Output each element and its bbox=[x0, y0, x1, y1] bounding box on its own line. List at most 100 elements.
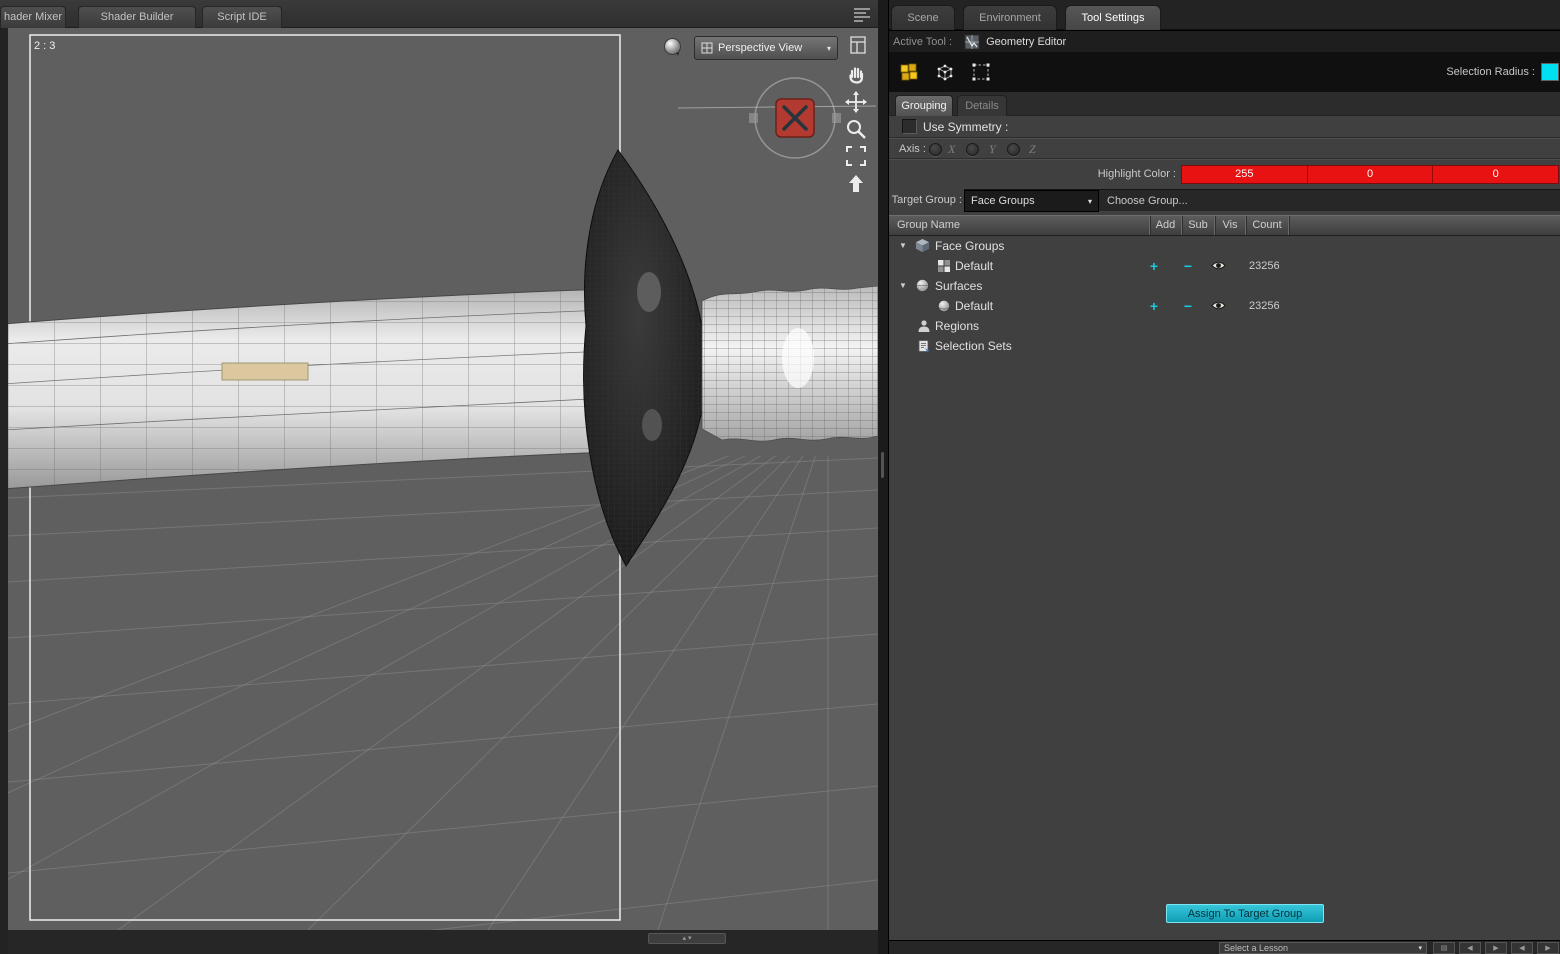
right-pane-tabbar: Scene Environment Tool Settings bbox=[889, 0, 1560, 30]
tree-row-selection-sets[interactable]: Selection Sets bbox=[889, 336, 1560, 356]
target-group-value: Face Groups bbox=[971, 195, 1035, 207]
tab-scene[interactable]: Scene bbox=[891, 5, 955, 30]
pane-splitter[interactable] bbox=[878, 0, 888, 954]
view-selector-dropdown[interactable]: Perspective View ▾ bbox=[694, 36, 838, 60]
tab-environment[interactable]: Environment bbox=[963, 5, 1057, 30]
scroll-up-icon[interactable]: ▴ bbox=[683, 935, 687, 942]
selection-radius-swatch[interactable] bbox=[1541, 63, 1559, 81]
viewport-3d[interactable]: 2 : 3 ▾ Perspective View ▾ bbox=[8, 28, 878, 930]
select-faces-icon[interactable] bbox=[895, 58, 923, 86]
highlight-red-value: 255 bbox=[1235, 168, 1254, 180]
aspect-ratio-label: 2 : 3 bbox=[34, 40, 56, 52]
visibility-eye-icon[interactable] bbox=[1211, 260, 1226, 274]
axis-row: Axis : X Y Z bbox=[889, 139, 1560, 159]
tree-item-label[interactable]: Selection Sets bbox=[935, 336, 1012, 356]
move-tool-icon[interactable] bbox=[844, 90, 870, 116]
face-group-icon bbox=[937, 259, 951, 276]
scroll-down-icon[interactable]: ▾ bbox=[688, 935, 692, 942]
select-vertices-icon[interactable] bbox=[931, 58, 959, 86]
tree-item-label[interactable]: Default bbox=[955, 296, 993, 316]
lesson-bottom-bar: Select a Lesson ▾ ▤ ◀ ▶ ◀ ▶ bbox=[889, 940, 1560, 954]
pane-menu-icon[interactable] bbox=[852, 7, 872, 22]
grouping-panel: Use Symmetry : Axis : X Y Z Highlight Co… bbox=[889, 116, 1560, 940]
highlight-blue-slider[interactable]: 0 bbox=[1433, 166, 1558, 183]
header-group-name: Group Name bbox=[897, 219, 960, 231]
tree-row-surfaces[interactable]: ▼ Surfaces bbox=[889, 276, 1560, 296]
lesson-forward-button[interactable]: ▶ bbox=[1537, 942, 1559, 954]
expander-icon[interactable]: ▼ bbox=[899, 276, 911, 296]
tree-item-label[interactable]: Default bbox=[955, 256, 993, 276]
assign-to-target-group-button[interactable]: Assign To Target Group bbox=[1166, 904, 1324, 923]
frame-tool-icon[interactable] bbox=[844, 144, 870, 170]
axis-x-label: X bbox=[948, 142, 956, 156]
active-tool-row: Active Tool : Geometry Editor bbox=[889, 30, 1560, 52]
highlight-green-slider[interactable]: 0 bbox=[1308, 166, 1434, 183]
selection-radius-label: Selection Radius : bbox=[1446, 66, 1535, 78]
tab-details[interactable]: Details bbox=[957, 95, 1007, 116]
selected-face-highlight[interactable] bbox=[221, 362, 309, 381]
viewport-layout-icon[interactable] bbox=[848, 34, 870, 58]
active-tool-label: Active Tool : bbox=[893, 35, 953, 48]
highlight-color-sliders[interactable]: 255 0 0 bbox=[1181, 165, 1559, 184]
selection-sets-icon bbox=[917, 339, 931, 356]
active-tool-value: Geometry Editor bbox=[986, 35, 1067, 48]
tree-item-label[interactable]: Regions bbox=[935, 316, 979, 336]
tool-subtabs: Grouping Details bbox=[889, 92, 1560, 116]
surface-icon bbox=[937, 299, 951, 316]
lesson-prev-button[interactable]: ◀ bbox=[1459, 942, 1481, 954]
expander-icon[interactable]: ▼ bbox=[899, 236, 911, 256]
use-symmetry-label: Use Symmetry : bbox=[923, 120, 1009, 134]
chevron-down-icon: ▾ bbox=[826, 43, 831, 53]
highlight-blue-value: 0 bbox=[1492, 168, 1499, 180]
lesson-next-button[interactable]: ▶ bbox=[1485, 942, 1507, 954]
add-to-group-button[interactable]: + bbox=[1139, 256, 1169, 276]
tab-script-ide[interactable]: Script IDE bbox=[202, 6, 282, 28]
cube-icon bbox=[915, 238, 930, 256]
tree-item-label[interactable]: Face Groups bbox=[935, 236, 1004, 256]
axis-y-radio[interactable] bbox=[966, 143, 979, 156]
tree-row-face-groups[interactable]: ▼ Face Groups bbox=[889, 236, 1560, 256]
lesson-dropdown[interactable]: Select a Lesson ▾ bbox=[1219, 942, 1427, 954]
visibility-eye-icon[interactable] bbox=[1211, 300, 1226, 314]
tree-row-default-surface[interactable]: Default + − 23256 bbox=[889, 296, 1560, 316]
camera-up-icon[interactable] bbox=[844, 172, 870, 198]
highlight-color-row: Highlight Color : 255 0 0 bbox=[889, 161, 1560, 188]
lesson-list-button[interactable]: ▤ bbox=[1433, 942, 1455, 954]
viewport-grid-icon bbox=[701, 42, 713, 54]
chevron-down-icon: ▾ bbox=[1418, 945, 1422, 952]
timeline-scrollbar[interactable]: ▴ ▾ bbox=[648, 933, 726, 944]
subtract-from-group-button[interactable]: − bbox=[1173, 256, 1203, 276]
orbit-cube-control[interactable] bbox=[745, 68, 845, 168]
face-count: 23256 bbox=[1249, 300, 1280, 312]
axis-z-radio[interactable] bbox=[1007, 143, 1020, 156]
highlight-red-slider[interactable]: 255 bbox=[1182, 166, 1308, 183]
tab-tool-settings[interactable]: Tool Settings bbox=[1065, 5, 1161, 30]
subtract-from-group-button[interactable]: − bbox=[1173, 296, 1203, 316]
tree-item-label[interactable]: Surfaces bbox=[935, 276, 982, 296]
right-panel: Scene Environment Tool Settings Active T… bbox=[888, 0, 1560, 954]
tab-grouping[interactable]: Grouping bbox=[895, 95, 953, 116]
pan-tool-icon[interactable] bbox=[844, 62, 870, 88]
tab-shader-builder[interactable]: Shader Builder bbox=[78, 6, 196, 28]
highlight-color-label: Highlight Color : bbox=[1097, 168, 1176, 180]
highlight-green-value: 0 bbox=[1366, 168, 1374, 180]
axis-x-radio[interactable] bbox=[929, 143, 942, 156]
add-to-group-button[interactable]: + bbox=[1139, 296, 1169, 316]
axis-y-label: Y bbox=[989, 142, 996, 156]
draw-style-caret-icon[interactable]: ▾ bbox=[676, 50, 680, 58]
axis-label: Axis : bbox=[899, 143, 926, 155]
target-group-dropdown[interactable]: Face Groups ▾ bbox=[964, 190, 1099, 212]
choose-group-button[interactable]: Choose Group... bbox=[1107, 190, 1188, 212]
tree-row-default-facegroup[interactable]: Default + − 23256 bbox=[889, 256, 1560, 276]
app-window: hader Mixer Shader Builder Script IDE 2 … bbox=[0, 0, 1560, 954]
tab-shader-mixer[interactable]: hader Mixer bbox=[0, 6, 66, 28]
geometry-toolbar: Selection Radius : bbox=[889, 52, 1560, 92]
lesson-back-button[interactable]: ◀ bbox=[1511, 942, 1533, 954]
lesson-dropdown-value: Select a Lesson bbox=[1224, 943, 1289, 953]
use-symmetry-checkbox[interactable] bbox=[902, 119, 917, 134]
marquee-select-icon[interactable] bbox=[967, 58, 995, 86]
view-selector-value: Perspective View bbox=[718, 42, 803, 54]
viewport-bottom-strip: ▴ ▾ bbox=[8, 930, 878, 954]
tree-row-regions[interactable]: Regions bbox=[889, 316, 1560, 336]
zoom-tool-icon[interactable] bbox=[844, 117, 870, 143]
